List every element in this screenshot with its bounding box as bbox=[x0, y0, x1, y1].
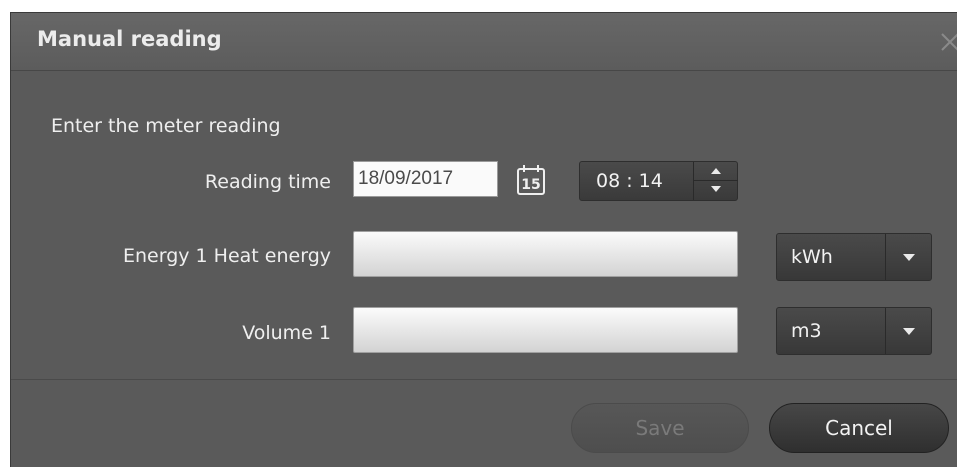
dialog-titlebar: Manual reading bbox=[11, 13, 957, 71]
time-decrement-button[interactable] bbox=[694, 181, 738, 200]
time-increment-button[interactable] bbox=[694, 162, 738, 181]
reading-date-field[interactable]: 18/09/2017 bbox=[353, 161, 498, 197]
time-value[interactable]: 08 : 14 bbox=[596, 170, 663, 192]
energy-label: Energy 1 Heat energy bbox=[123, 245, 331, 267]
footer-divider bbox=[11, 379, 957, 380]
volume-label: Volume 1 bbox=[242, 322, 331, 344]
time-spinner-buttons bbox=[693, 162, 738, 200]
energy-unit-select[interactable]: kWh bbox=[776, 233, 932, 281]
cancel-button[interactable]: Cancel bbox=[769, 403, 949, 453]
energy-unit-value: kWh bbox=[791, 246, 833, 268]
instruction-text: Enter the meter reading bbox=[51, 115, 281, 137]
volume-unit-select[interactable]: m3 bbox=[776, 307, 932, 355]
close-icon[interactable] bbox=[939, 31, 957, 53]
reading-time-label: Reading time bbox=[204, 171, 331, 193]
manual-reading-dialog: Manual reading Enter the meter reading R… bbox=[10, 12, 957, 467]
calendar-icon[interactable]: 15 bbox=[515, 163, 549, 197]
calendar-day-number: 15 bbox=[521, 177, 540, 193]
energy-input[interactable] bbox=[353, 231, 738, 277]
reading-time-spinner[interactable]: 08 : 14 bbox=[579, 161, 738, 201]
dialog-title: Manual reading bbox=[37, 27, 222, 51]
chevron-down-icon[interactable] bbox=[885, 308, 931, 354]
volume-input[interactable] bbox=[353, 307, 738, 353]
save-button[interactable]: Save bbox=[571, 403, 749, 453]
volume-unit-value: m3 bbox=[791, 320, 822, 342]
chevron-down-icon[interactable] bbox=[885, 234, 931, 280]
